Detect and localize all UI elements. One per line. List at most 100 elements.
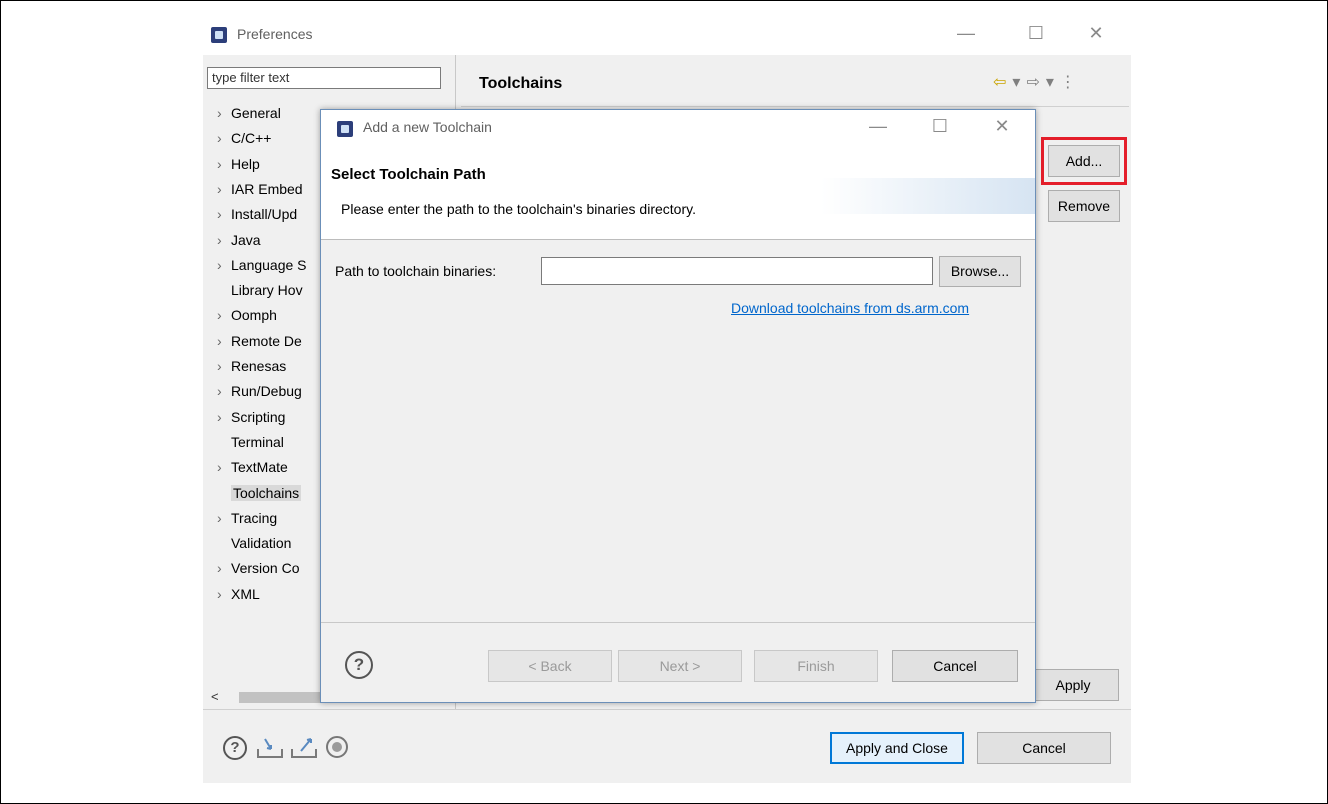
preferences-title: Preferences bbox=[237, 26, 313, 42]
import-icon[interactable] bbox=[255, 735, 285, 761]
remove-button[interactable]: Remove bbox=[1048, 190, 1120, 222]
finish-button[interactable]: Finish bbox=[754, 650, 878, 682]
tree-item-label: Install/Upd bbox=[231, 206, 298, 223]
tree-item[interactable]: › Help bbox=[217, 152, 260, 177]
apply-button[interactable]: Apply bbox=[1027, 669, 1119, 701]
back-button[interactable]: < Back bbox=[488, 650, 612, 682]
dialog-header: Select Toolchain Path Please enter the p… bbox=[321, 148, 1035, 240]
tree-item-label: Scripting bbox=[231, 408, 286, 425]
cancel-button[interactable]: Cancel bbox=[977, 732, 1111, 764]
close-icon[interactable]: ✕ bbox=[987, 116, 1017, 137]
page-title-separator bbox=[461, 106, 1129, 107]
expand-arrow-icon[interactable]: › bbox=[217, 582, 231, 607]
close-icon[interactable]: ✕ bbox=[1081, 23, 1111, 44]
tree-item-label: C/C++ bbox=[231, 130, 272, 147]
preferences-titlebar: Preferences — ☐ ✕ bbox=[203, 17, 1131, 55]
page-nav-icons: ⇦ ▾ ⇨ ▾ ⋮ bbox=[993, 72, 1082, 92]
tree-item[interactable]: › Oomph bbox=[217, 303, 277, 328]
tree-item-label: Validation bbox=[231, 535, 292, 552]
tree-item[interactable]: › IAR Embed bbox=[217, 177, 303, 202]
tree-item[interactable]: › TextMate bbox=[217, 455, 288, 480]
tree-item[interactable]: Validation bbox=[217, 531, 291, 556]
tree-item-label: Library Hov bbox=[231, 282, 303, 299]
tree-item[interactable]: › Remote De bbox=[217, 329, 302, 354]
add-toolchain-dialog: Add a new Toolchain — ☐ ✕ Select Toolcha… bbox=[320, 109, 1036, 703]
tree-item[interactable]: › C/C++ bbox=[217, 126, 271, 151]
expand-arrow-icon[interactable]: › bbox=[217, 101, 231, 126]
tree-item-label: Remote De bbox=[231, 332, 302, 349]
expand-arrow-icon[interactable]: › bbox=[217, 556, 231, 581]
eclipse-app-icon bbox=[211, 27, 227, 43]
expand-arrow-icon[interactable]: › bbox=[217, 379, 231, 404]
expand-arrow-icon[interactable]: › bbox=[217, 455, 231, 480]
expand-arrow-icon[interactable]: › bbox=[217, 303, 231, 328]
view-menu-icon[interactable]: ⋮ bbox=[1060, 74, 1076, 91]
tree-item-label: Tracing bbox=[231, 509, 278, 526]
path-label: Path to toolchain binaries: bbox=[335, 263, 497, 279]
tree-item[interactable]: › Install/Upd bbox=[217, 202, 297, 227]
tree-item-label: Run/Debug bbox=[231, 383, 302, 400]
tree-item[interactable]: Terminal bbox=[217, 430, 284, 455]
eclipse-app-icon bbox=[337, 121, 353, 137]
tree-item-label: Terminal bbox=[231, 433, 284, 450]
tree-item-label: Renesas bbox=[231, 358, 287, 374]
tree-item[interactable]: › Java bbox=[217, 228, 261, 253]
footer-separator bbox=[321, 622, 1035, 623]
tree-item-label: Version Co bbox=[231, 560, 300, 577]
minimize-icon[interactable]: — bbox=[863, 116, 893, 137]
tree-item-label: Java bbox=[231, 231, 261, 248]
add-button-highlight bbox=[1041, 137, 1127, 185]
tree-item-label: IAR Embed bbox=[231, 180, 303, 197]
tree-item[interactable]: › Scripting bbox=[217, 405, 285, 430]
expand-arrow-icon[interactable]: › bbox=[217, 329, 231, 354]
dialog-cancel-button[interactable]: Cancel bbox=[892, 650, 1018, 682]
download-toolchains-link[interactable]: Download toolchains from ds.arm.com bbox=[731, 300, 969, 316]
expand-arrow-icon[interactable]: › bbox=[217, 152, 231, 177]
next-button[interactable]: Next > bbox=[618, 650, 742, 682]
tree-item[interactable]: › Run/Debug bbox=[217, 379, 302, 404]
tree-item[interactable]: › Version Co bbox=[217, 556, 299, 581]
forward-dropdown-icon[interactable]: ▾ bbox=[1046, 74, 1054, 91]
back-arrow-icon[interactable]: ⇦ bbox=[993, 74, 1006, 91]
dialog-title: Add a new Toolchain bbox=[363, 119, 492, 135]
tree-item[interactable]: › Tracing bbox=[217, 506, 277, 531]
scroll-left-icon[interactable]: < bbox=[211, 689, 219, 704]
tree-item[interactable]: Library Hov bbox=[217, 278, 303, 303]
expand-arrow-icon[interactable]: › bbox=[217, 354, 231, 379]
maximize-icon[interactable]: ☐ bbox=[1021, 23, 1051, 44]
export-icon[interactable] bbox=[289, 735, 319, 761]
expand-arrow-icon[interactable]: › bbox=[217, 228, 231, 253]
dialog-titlebar: Add a new Toolchain — ☐ ✕ bbox=[321, 110, 1035, 148]
expand-arrow-icon[interactable]: › bbox=[217, 253, 231, 278]
filter-input[interactable]: type filter text bbox=[207, 67, 441, 89]
apply-and-close-button[interactable]: Apply and Close bbox=[830, 732, 964, 764]
expand-arrow-icon[interactable]: › bbox=[217, 177, 231, 202]
expand-arrow-icon[interactable]: › bbox=[217, 405, 231, 430]
expand-arrow-icon[interactable]: › bbox=[217, 202, 231, 227]
tree-item[interactable]: Toolchains bbox=[217, 481, 302, 506]
minimize-icon[interactable]: — bbox=[951, 23, 981, 44]
tree-item[interactable]: › Language S bbox=[217, 253, 307, 278]
tree-item-label: XML bbox=[231, 585, 260, 602]
help-icon[interactable]: ? bbox=[223, 736, 247, 760]
expand-arrow-icon[interactable]: › bbox=[217, 126, 231, 151]
maximize-icon[interactable]: ☐ bbox=[925, 116, 955, 137]
dialog-message: Please enter the path to the toolchain's… bbox=[341, 201, 696, 217]
browse-button[interactable]: Browse... bbox=[939, 256, 1021, 287]
toolchain-path-input[interactable] bbox=[541, 257, 933, 285]
back-dropdown-icon[interactable]: ▾ bbox=[1012, 74, 1020, 91]
tree-item[interactable]: › XML bbox=[217, 582, 260, 607]
tree-item-label: Toolchains bbox=[231, 484, 302, 501]
dialog-heading: Select Toolchain Path bbox=[331, 166, 486, 183]
help-icon[interactable]: ? bbox=[345, 651, 373, 679]
header-separator bbox=[321, 239, 1035, 240]
bottom-separator bbox=[203, 709, 1131, 710]
page-title: Toolchains bbox=[479, 75, 563, 92]
oomph-record-icon[interactable] bbox=[325, 735, 351, 761]
tree-item-label: Oomph bbox=[231, 307, 277, 324]
tree-item-label: TextMate bbox=[231, 459, 288, 476]
tree-item[interactable]: › General bbox=[217, 101, 281, 126]
forward-arrow-icon[interactable]: ⇨ bbox=[1026, 74, 1039, 91]
tree-item[interactable]: › Renesas bbox=[217, 354, 286, 379]
expand-arrow-icon[interactable]: › bbox=[217, 506, 231, 531]
